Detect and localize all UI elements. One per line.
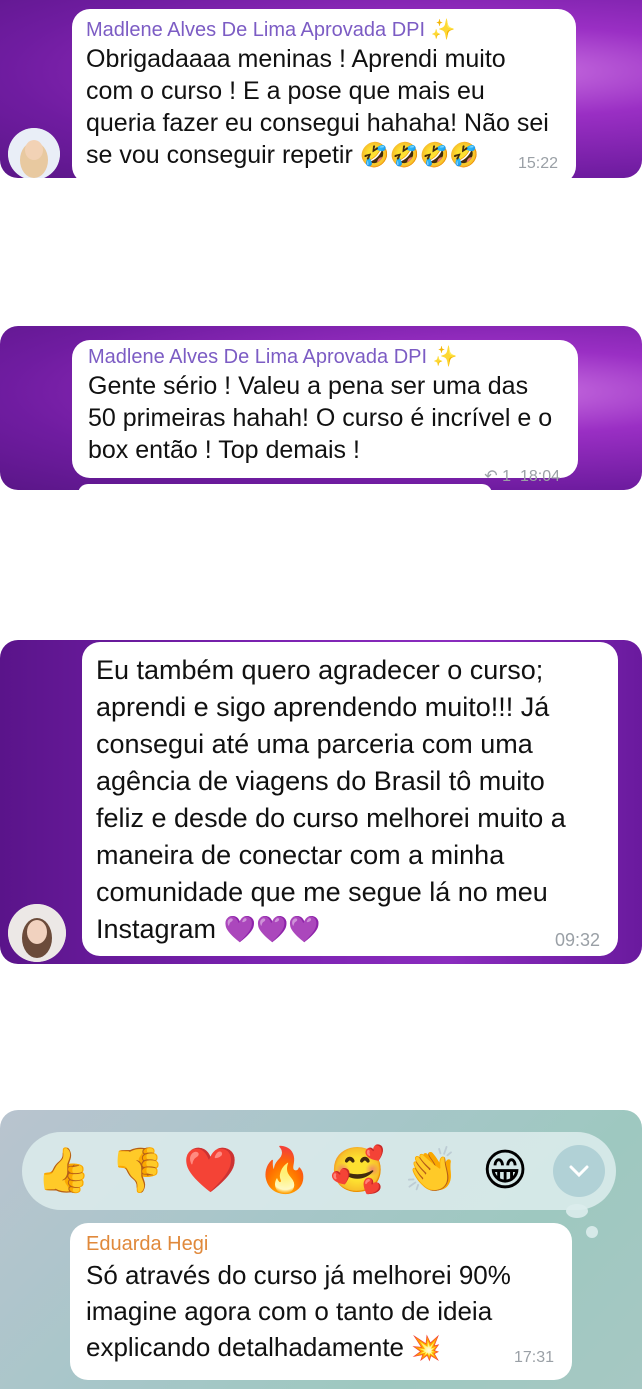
avatar[interactable]: [8, 904, 66, 962]
chat-screenshot-2: Madlene Alves De Lima Aprovada DPI ✨ Gen…: [0, 326, 642, 490]
message-line: Instagram 💜💜💜: [96, 911, 604, 948]
purple-heart-emoji: 💜💜💜: [223, 914, 321, 944]
timestamp: 17:31: [513, 1349, 554, 1366]
timestamp: 15:22: [517, 155, 558, 172]
message-line: maneira de conectar com a minha: [96, 840, 505, 870]
message-line: imagine agora com o tanto de ideia: [86, 1296, 493, 1326]
message-line: box então ! Top demais !: [88, 436, 360, 464]
message-line: comunidade que me segue lá no meu: [96, 877, 548, 907]
next-bubble-edge: [78, 484, 492, 490]
fire-icon[interactable]: 🔥: [257, 1144, 312, 1198]
message-line: 50 primeiras hahah! O curso é incrível e…: [88, 404, 553, 432]
message-bubble[interactable]: Madlene Alves De Lima Aprovada DPI ✨ Gen…: [72, 340, 578, 485]
sparkle-icon: ✨: [430, 19, 456, 41]
message-line: se vou conseguir repetir 🤣🤣🤣🤣: [86, 139, 562, 172]
message-line: agência de viagens do Brasil tô muito: [96, 766, 545, 796]
message-bubble[interactable]: Eduarda Hegi Só através do curso já melh…: [70, 1223, 572, 1380]
collision-emoji: 💥: [411, 1335, 442, 1362]
chevron-down-icon: [569, 1165, 589, 1178]
message-line: queria fazer eu consegui hahaha! Não sei: [86, 109, 549, 137]
thumbs-down-icon[interactable]: 👎: [110, 1144, 165, 1198]
message-line: Eu também quero agradecer o curso;: [96, 655, 544, 685]
message-line: com o curso ! E a pose que mais eu: [86, 77, 485, 105]
message-meta: ↶ 1 18:04: [484, 466, 560, 486]
timestamp: 09:32: [554, 930, 600, 950]
sender-name[interactable]: Madlene Alves De Lima Aprovada DPI ✨: [88, 344, 562, 370]
grinning-icon[interactable]: 😁: [478, 1144, 532, 1198]
message-line: Obrigadaaaa meninas ! Aprendi muito: [86, 45, 506, 73]
sender-name[interactable]: Eduarda Hegi: [86, 1231, 556, 1257]
chat-screenshot-1: Madlene Alves De Lima Aprovada DPI ✨ Obr…: [0, 0, 642, 178]
message-line: Gente sério ! Valeu a pena ser uma das: [88, 372, 529, 400]
message-bubble[interactable]: Eu também quero agradecer o curso; apren…: [82, 642, 618, 956]
message-text: Eu também quero agradecer o curso; apren…: [96, 652, 604, 948]
sender-name[interactable]: Madlene Alves De Lima Aprovada DPI ✨: [86, 17, 562, 43]
chat-screenshot-3: Eu também quero agradecer o curso; apren…: [0, 640, 642, 964]
message-line: feliz e desde do curso melhorei muito a: [96, 803, 566, 833]
message-line: aprendi e sigo aprendendo muito!!! Já: [96, 692, 550, 722]
clapping-icon[interactable]: 👏: [404, 1144, 459, 1198]
thumbs-up-icon[interactable]: 👍: [36, 1144, 91, 1198]
message-line: Só através do curso já melhorei 90%: [86, 1260, 511, 1290]
timestamp: 18:04: [519, 468, 560, 485]
message-bubble[interactable]: Madlene Alves De Lima Aprovada DPI ✨ Obr…: [72, 9, 576, 178]
heart-icon[interactable]: ❤️: [183, 1144, 238, 1198]
reply-icon[interactable]: ↶: [484, 468, 497, 485]
sparkle-icon: ✨: [432, 346, 458, 368]
message-text: Só através do curso já melhorei 90% imag…: [86, 1257, 556, 1367]
message-text: Gente sério ! Valeu a pena ser uma das 5…: [88, 370, 562, 466]
reaction-tail-dot: [586, 1226, 598, 1238]
avatar[interactable]: [8, 128, 60, 178]
message-text: Obrigadaaaa meninas ! Aprendi muito com …: [86, 43, 562, 172]
reply-count: 1: [502, 468, 512, 485]
smiling-hearts-icon[interactable]: 🥰: [330, 1144, 385, 1198]
reaction-tail: [566, 1204, 588, 1218]
rofl-emoji: 🤣🤣🤣🤣: [359, 142, 480, 169]
expand-reactions-button[interactable]: [553, 1145, 605, 1197]
message-line: explicando detalhadamente 💥: [86, 1329, 556, 1367]
message-line: consegui até uma parceria com uma: [96, 729, 533, 759]
